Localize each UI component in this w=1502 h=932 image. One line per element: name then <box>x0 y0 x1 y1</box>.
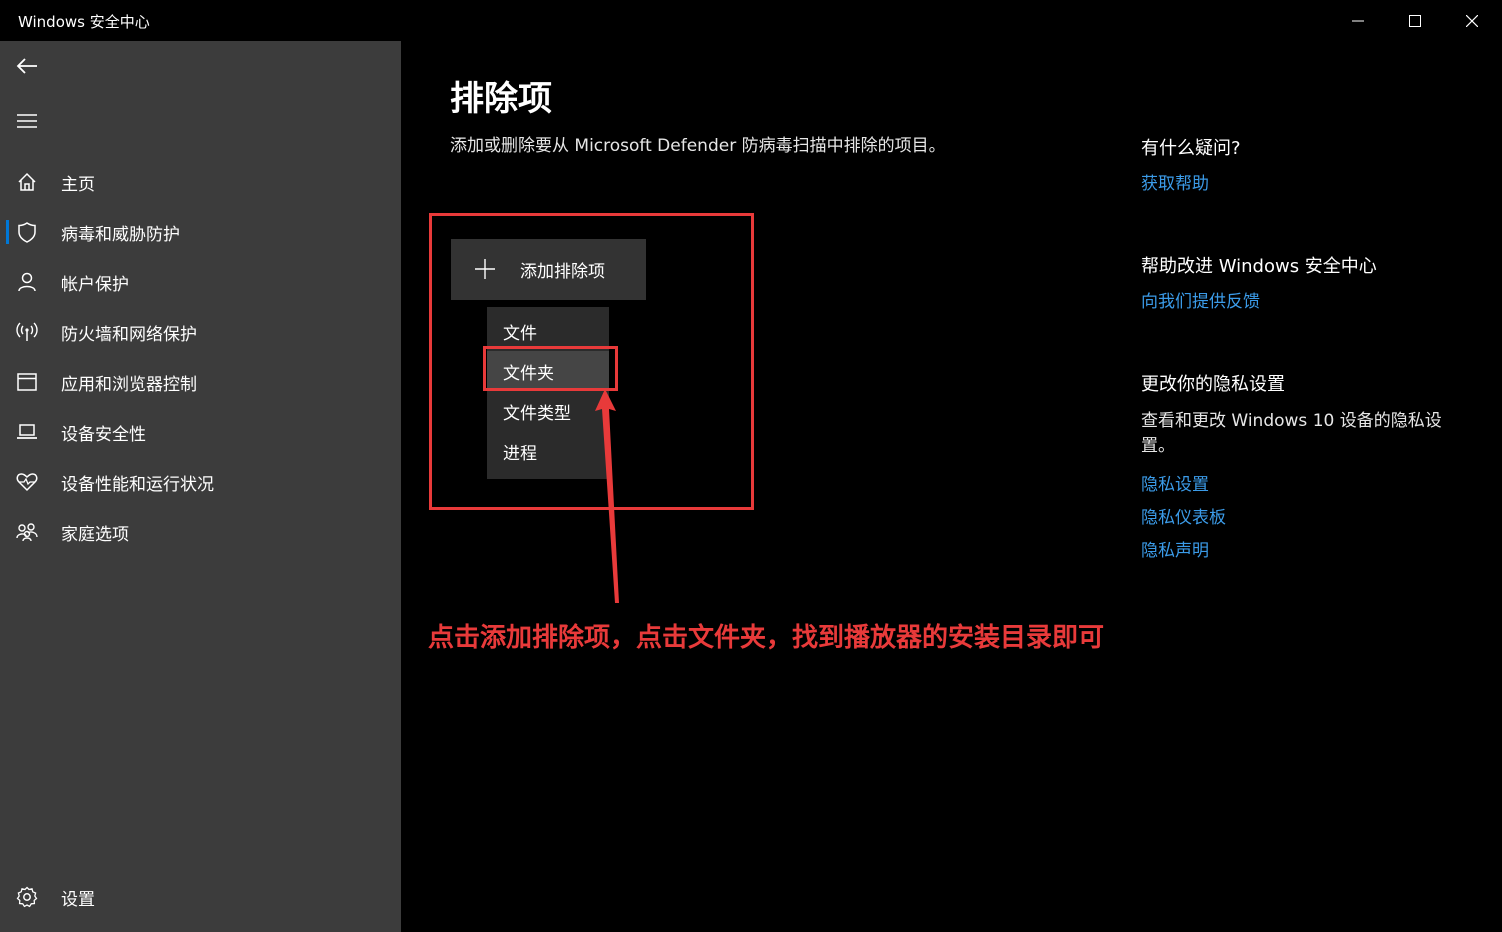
sidebar-item-device-security[interactable]: 设备安全性 <box>0 412 401 452</box>
sidebar-item-label: 设备性能和运行状况 <box>61 474 214 495</box>
sidebar-item-device-health[interactable]: 设备性能和运行状况 <box>0 462 401 502</box>
improve-heading: 帮助改进 Windows 安全中心 <box>1141 256 1377 277</box>
back-arrow-icon <box>16 58 37 74</box>
active-indicator <box>6 220 9 244</box>
sidebar-item-label: 家庭选项 <box>61 524 129 545</box>
sidebar: 主页 病毒和威胁防护 帐户保护 防火墙和网络保护 应用和浏览器控制 设备安全性 <box>0 41 401 932</box>
window-title: Windows 安全中心 <box>18 13 150 31</box>
close-button[interactable] <box>1443 0 1501 41</box>
family-icon <box>16 521 38 543</box>
add-exclusion-label: 添加排除项 <box>520 262 605 282</box>
plus-icon <box>474 258 496 284</box>
sidebar-item-label: 主页 <box>61 174 95 195</box>
sidebar-item-label: 应用和浏览器控制 <box>61 374 197 395</box>
privacy-description: 查看和更改 Windows 10 设备的隐私设置。 <box>1141 411 1442 456</box>
browser-window-icon <box>16 371 38 393</box>
sidebar-item-label: 病毒和威胁防护 <box>61 224 180 245</box>
minimize-icon <box>1352 20 1364 21</box>
privacy-heading: 更改你的隐私设置 <box>1141 374 1285 395</box>
hamburger-icon <box>17 114 37 128</box>
sidebar-item-label: 帐户保护 <box>61 274 129 295</box>
menu-item-label: 文件 <box>503 323 537 344</box>
add-exclusion-button[interactable]: 添加排除项 <box>451 239 646 300</box>
sidebar-item-label: 防火墙和网络保护 <box>61 324 197 345</box>
privacy-settings-link[interactable]: 隐私设置 <box>1141 470 1209 495</box>
page-description: 添加或删除要从 Microsoft Defender 防病毒扫描中排除的项目。 <box>450 136 946 156</box>
minimize-button[interactable] <box>1329 0 1387 41</box>
feedback-link[interactable]: 向我们提供反馈 <box>1141 287 1260 312</box>
back-button[interactable] <box>14 53 40 79</box>
sidebar-item-virus-protection[interactable]: 病毒和威胁防护 <box>0 212 401 252</box>
maximize-button[interactable] <box>1386 0 1444 41</box>
sidebar-item-family[interactable]: 家庭选项 <box>0 512 401 552</box>
menu-item-label: 文件类型 <box>503 403 571 424</box>
heart-pulse-icon <box>16 471 38 493</box>
sidebar-item-label: 设备安全性 <box>61 424 146 445</box>
sidebar-item-account[interactable]: 帐户保护 <box>0 262 401 302</box>
get-help-link[interactable]: 获取帮助 <box>1141 169 1209 194</box>
title-bar: Windows 安全中心 <box>0 0 1502 41</box>
privacy-dashboard-link[interactable]: 隐私仪表板 <box>1141 503 1226 528</box>
menu-item-file[interactable]: 文件 <box>487 311 609 351</box>
privacy-statement-link[interactable]: 隐私声明 <box>1141 536 1209 561</box>
sidebar-item-settings[interactable]: 设置 <box>0 877 401 917</box>
sidebar-item-label: 设置 <box>61 889 95 910</box>
annotation-text: 点击添加排除项，点击文件夹，找到播放器的安装目录即可 <box>428 623 1105 653</box>
hamburger-menu-button[interactable] <box>14 108 40 134</box>
laptop-icon <box>16 421 38 443</box>
sidebar-item-home[interactable]: 主页 <box>0 162 401 202</box>
person-icon <box>16 271 38 293</box>
menu-item-label: 进程 <box>503 443 537 464</box>
close-icon <box>1466 14 1478 27</box>
wifi-antenna-icon <box>16 321 38 343</box>
annotation-arrow-icon <box>595 389 619 603</box>
gear-icon <box>16 886 38 908</box>
sidebar-item-app-browser[interactable]: 应用和浏览器控制 <box>0 362 401 402</box>
maximize-icon <box>1409 14 1421 27</box>
sidebar-item-firewall[interactable]: 防火墙和网络保护 <box>0 312 401 352</box>
shield-icon <box>16 221 38 243</box>
home-icon <box>16 171 38 193</box>
main-content: 排除项 添加或删除要从 Microsoft Defender 防病毒扫描中排除的… <box>401 41 1502 932</box>
page-title: 排除项 <box>450 79 552 119</box>
question-heading: 有什么疑问? <box>1141 138 1241 159</box>
